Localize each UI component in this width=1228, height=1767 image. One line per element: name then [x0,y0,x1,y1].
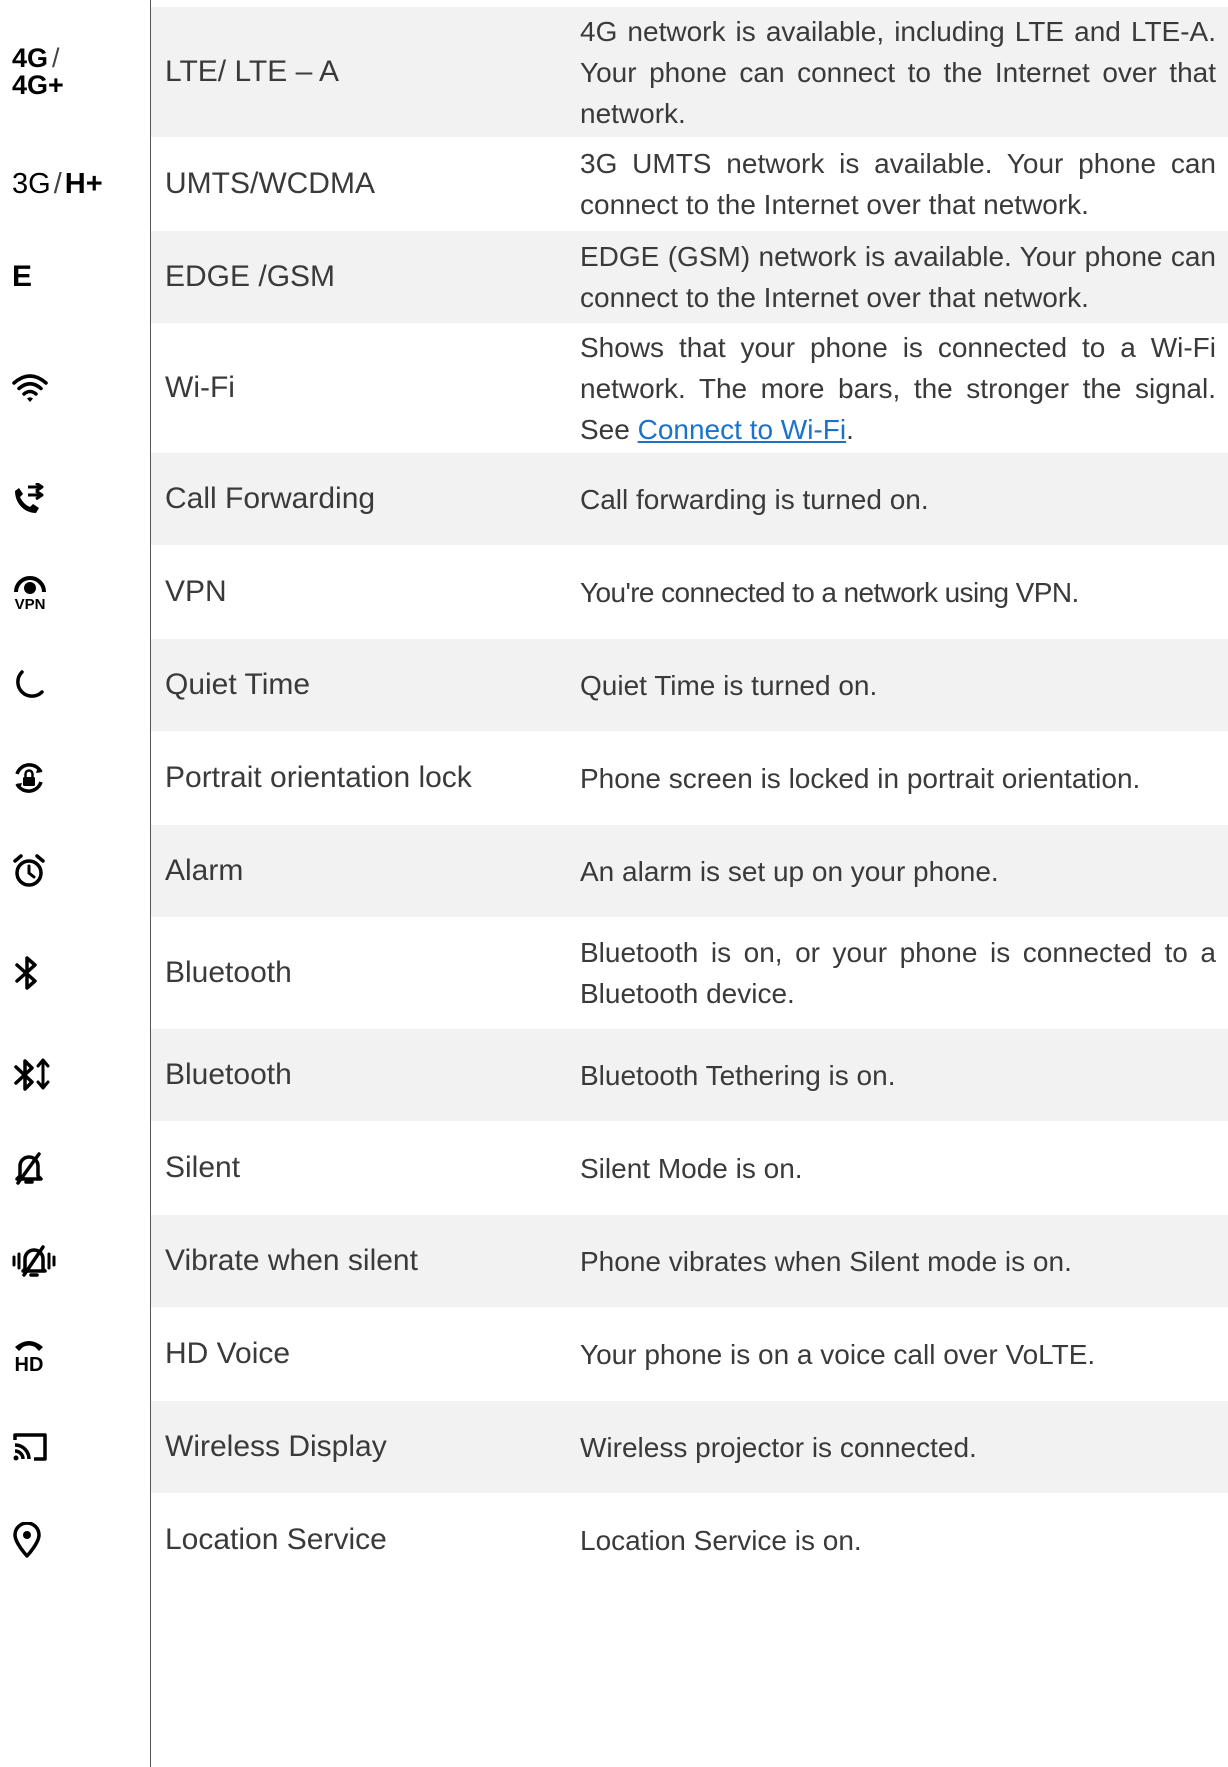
row-name: Alarm [151,825,556,917]
location-pin-icon [0,1493,150,1587]
row-name: Location Service [165,1523,387,1556]
3g-hplus-icon: 3G / H+ [12,167,103,200]
hd-voice-icon: HD [0,1307,150,1401]
row-description: Silent Mode is on. [580,1152,803,1184]
table-row: Vibrate when silent Phone vibrates when … [0,1215,1228,1307]
table-row: Bluetooth Bluetooth Tethering is on. [0,1029,1228,1121]
table-row: HD HD Voice Your phone is on a voice cal… [0,1307,1228,1401]
row-name: VPN [165,575,227,608]
table-row: E EDGE /GSM EDGE (GSM) network is availa… [0,231,1228,323]
row-description: 4G network is available, including LTE a… [556,7,1228,137]
wifi-icon [0,323,150,453]
row-description: Bluetooth is on, or your phone is connec… [580,937,1216,1009]
row-description: An alarm is set up on your phone. [556,825,1228,917]
svg-text:HD: HD [15,1354,44,1373]
wireless-display-cast-icon [0,1401,150,1493]
table-row: Quiet Time Quiet Time is turned on. [0,639,1228,731]
row-description: Location Service is on. [580,1524,862,1556]
row-name: Vibrate when silent [151,1215,556,1307]
row-description: Call forwarding is turned on. [556,453,1228,545]
portrait-lock-icon [0,731,150,825]
vibrate-silent-icon [0,1215,150,1307]
connect-to-wifi-link[interactable]: Connect to Wi-Fi [638,414,847,445]
row-name: Bluetooth [165,956,292,989]
table-row: Wireless Display Wireless projector is c… [0,1401,1228,1493]
row-name: Wi-Fi [165,371,235,404]
quiet-time-moon-icon [0,639,150,731]
edge-icon: E [12,260,33,293]
table-row: Alarm An alarm is set up on your phone. [0,825,1228,917]
call-forwarding-icon [0,453,150,545]
row-description: Phone vibrates when Silent mode is on. [556,1215,1228,1307]
bluetooth-tethering-icon [0,1029,150,1121]
row-name: Wireless Display [151,1401,556,1493]
svg-text:VPN: VPN [15,596,46,610]
row-description: Bluetooth Tethering is on. [556,1029,1228,1121]
bluetooth-icon [0,917,150,1029]
row-description: Your phone is on a voice call over VoLTE… [580,1338,1096,1370]
row-description: Quiet Time is turned on. [556,639,1228,731]
table-row: Call Forwarding Call forwarding is turne… [0,453,1228,545]
row-name: HD Voice [165,1337,291,1370]
row-name: EDGE /GSM [151,231,556,323]
row-description: 3G UMTS network is available. Your phone… [580,148,1216,220]
table-row: Silent Silent Mode is on. [0,1121,1228,1215]
table-row: Location Service Location Service is on. [0,1493,1228,1587]
alarm-clock-icon [0,825,150,917]
row-name: Silent [165,1151,241,1184]
row-name: Call Forwarding [151,453,556,545]
row-description: EDGE (GSM) network is available. Your ph… [556,231,1228,323]
row-name: Quiet Time [151,639,556,731]
table-row: Wi-Fi Shows that your phone is connected… [0,323,1228,453]
4g-lte-icon: 4G/ 4G+ [12,43,64,100]
row-name: Bluetooth [151,1029,556,1121]
status-icons-table: 4G/ 4G+ LTE/ LTE – A 4G network is avail… [0,7,1228,1587]
row-description: Phone screen is locked in portrait orien… [580,762,1141,794]
row-description: Wireless projector is connected. [556,1401,1228,1493]
table-row: Bluetooth Bluetooth is on, or your phone… [0,917,1228,1029]
row-name: UMTS/WCDMA [165,167,375,200]
vpn-icon: VPN [0,545,150,639]
table-row: VPN VPN You're connected to a network us… [0,545,1228,639]
row-name: LTE/ LTE – A [151,7,556,137]
silent-bell-icon [0,1121,150,1215]
table-row: Portrait orientation lock Phone screen i… [0,731,1228,825]
row-name: Portrait orientation lock [165,761,472,794]
table-row: 4G/ 4G+ LTE/ LTE – A 4G network is avail… [0,7,1228,137]
row-description: Shows that your phone is connected to a … [580,331,1216,445]
row-description: You're connected to a network using VPN. [580,576,1079,608]
table-row: 3G / H+ UMTS/WCDMA 3G UMTS network is avai… [0,137,1228,231]
